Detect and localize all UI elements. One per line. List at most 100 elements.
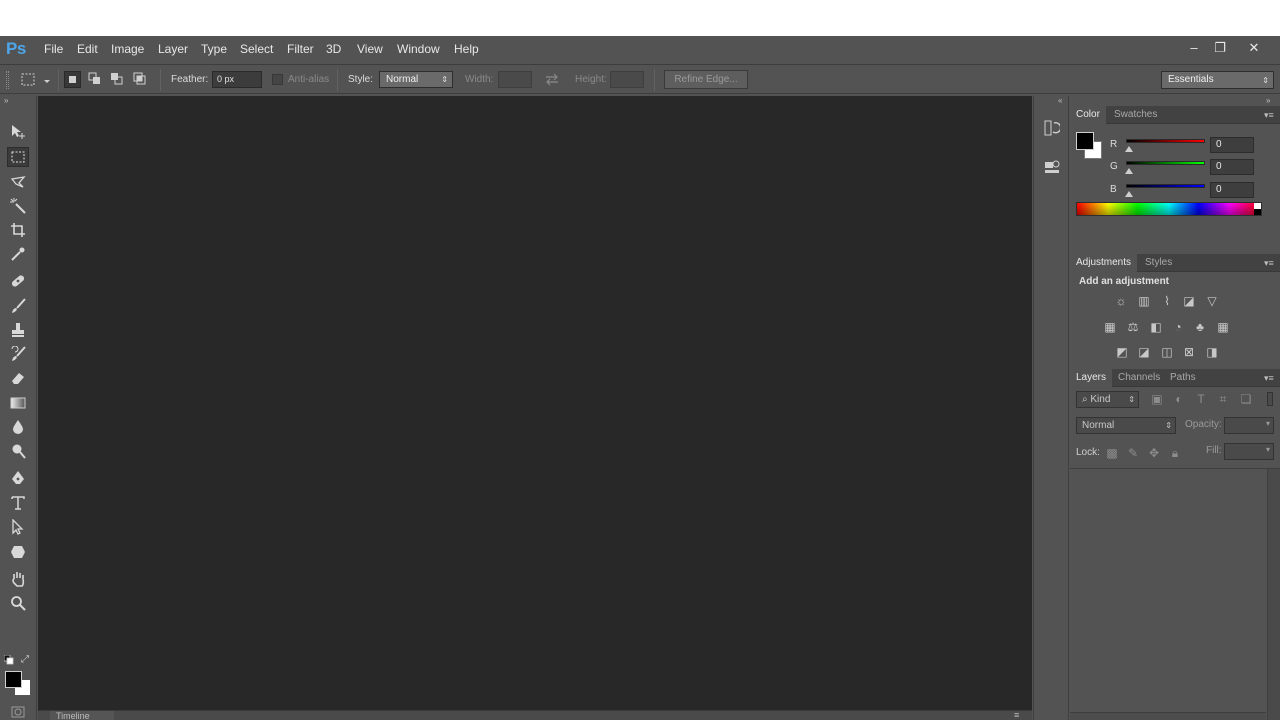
crop-tool[interactable] (7, 220, 29, 240)
blend-mode-select[interactable]: Normal ⇕ (1076, 417, 1176, 434)
vibrance-icon[interactable]: ▽ (1204, 294, 1220, 308)
tool-preset-picker[interactable] (20, 72, 52, 91)
menu-layer[interactable]: Layer (158, 42, 188, 56)
red-slider[interactable] (1126, 139, 1205, 143)
dodge-tool[interactable] (7, 441, 29, 461)
timeline-tab[interactable]: Timeline (50, 711, 114, 720)
filter-smart-object-icon[interactable]: ❏ (1238, 392, 1254, 406)
fill-input[interactable]: ▾ (1224, 443, 1274, 460)
lock-position-icon[interactable]: ✥ (1146, 446, 1162, 460)
minimize-button[interactable]: – (1183, 39, 1205, 57)
filter-adjustment-icon[interactable]: ◐ (1171, 392, 1187, 406)
menu-window[interactable]: Window (397, 42, 440, 56)
blue-slider-thumb[interactable] (1125, 191, 1133, 197)
threshold-icon[interactable]: ◫ (1159, 345, 1175, 359)
gradient-map-icon[interactable]: ◨ (1204, 345, 1220, 359)
channel-mixer-icon[interactable]: ♣ (1192, 320, 1208, 334)
black-white-icon[interactable]: ◧ (1148, 320, 1164, 334)
close-button[interactable]: ✕ (1243, 39, 1265, 57)
posterize-icon[interactable]: ◪ (1136, 345, 1152, 359)
filter-shape-icon[interactable]: ⌗ (1215, 392, 1231, 406)
color-spectrum-ramp[interactable] (1076, 202, 1262, 216)
magic-wand-tool[interactable] (7, 196, 29, 216)
eyedropper-tool[interactable] (7, 244, 29, 264)
timeline-menu-icon[interactable]: ≡ (1014, 710, 1019, 720)
foreground-color-swatch[interactable] (5, 671, 22, 688)
color-balance-icon[interactable]: ⚖ (1125, 320, 1141, 334)
intersect-selection-button[interactable] (132, 71, 149, 88)
feather-input[interactable]: 0 px (212, 71, 262, 88)
gradient-tool[interactable] (7, 393, 29, 413)
curves-icon[interactable]: ⌇ (1159, 294, 1175, 308)
lasso-tool[interactable] (7, 172, 29, 192)
history-panel-button[interactable] (1044, 120, 1062, 136)
pen-tool[interactable] (7, 468, 29, 488)
add-to-selection-button[interactable] (87, 71, 104, 88)
lock-pixels-icon[interactable]: ✎ (1125, 446, 1141, 460)
refine-edge-button[interactable]: Refine Edge... (664, 70, 748, 89)
filter-type-icon[interactable]: T (1193, 392, 1209, 406)
healing-brush-tool[interactable] (7, 271, 29, 291)
levels-icon[interactable]: ▥ (1136, 294, 1152, 308)
options-bar-grip[interactable] (6, 71, 9, 89)
red-slider-thumb[interactable] (1125, 146, 1133, 152)
history-brush-tool[interactable] (7, 344, 29, 364)
blue-slider[interactable] (1126, 184, 1205, 188)
shape-tool[interactable] (7, 542, 29, 562)
expand-dock-icon[interactable]: « (1058, 96, 1062, 105)
collapse-panels-icon[interactable]: » (1266, 96, 1270, 105)
style-select[interactable]: Normal ⇕ (379, 71, 453, 88)
menu-filter[interactable]: Filter (287, 42, 314, 56)
layers-list[interactable] (1070, 469, 1266, 720)
menu-type[interactable]: Type (201, 42, 227, 56)
properties-panel-button[interactable] (1044, 159, 1060, 175)
subtract-from-selection-button[interactable] (109, 71, 126, 88)
tab-channels[interactable]: Channels (1112, 369, 1166, 387)
swap-colors-icon[interactable]: ⤢ (21, 654, 29, 665)
red-value-input[interactable]: 0 (1210, 137, 1254, 153)
hue-saturation-icon[interactable]: ▦ (1102, 320, 1118, 334)
restore-button[interactable]: ❐ (1209, 39, 1231, 57)
tab-adjustments[interactable]: Adjustments (1070, 254, 1138, 272)
quick-mask-tool[interactable] (7, 702, 29, 720)
swap-width-height-button[interactable] (544, 72, 560, 89)
panel-foreground-color[interactable] (1076, 132, 1094, 150)
path-selection-tool[interactable] (7, 517, 29, 537)
tab-color[interactable]: Color (1070, 106, 1106, 124)
brush-tool[interactable] (7, 296, 29, 316)
tab-paths[interactable]: Paths (1164, 369, 1202, 387)
width-input[interactable] (498, 71, 532, 88)
panel-menu-icon[interactable]: ▾≡ (1264, 110, 1276, 120)
zoom-tool[interactable] (7, 593, 29, 613)
blur-tool[interactable] (7, 417, 29, 437)
workspace-select[interactable]: Essentials ⇕ (1161, 71, 1274, 89)
tab-swatches[interactable]: Swatches (1108, 106, 1163, 124)
exposure-icon[interactable]: ◪ (1181, 294, 1197, 308)
lock-all-icon[interactable]: 🔒︎ (1167, 446, 1183, 460)
panel-menu-icon[interactable]: ▾≡ (1264, 373, 1276, 383)
brightness-contrast-icon[interactable]: ☼ (1113, 294, 1129, 308)
tab-layers[interactable]: Layers (1070, 369, 1113, 387)
document-canvas[interactable] (38, 96, 1032, 714)
filter-kind-select[interactable]: ⌕ Kind ⇕ (1076, 391, 1139, 408)
green-slider-thumb[interactable] (1125, 168, 1133, 174)
green-slider[interactable] (1126, 161, 1205, 165)
default-colors-icon[interactable] (3, 654, 14, 665)
eraser-tool[interactable] (7, 368, 29, 388)
lock-transparent-icon[interactable]: ▩ (1104, 446, 1120, 460)
collapse-toolbar-icon[interactable]: » (4, 96, 8, 105)
opacity-input[interactable]: ▾ (1224, 417, 1274, 434)
height-input[interactable] (610, 71, 644, 88)
blue-value-input[interactable]: 0 (1210, 182, 1254, 198)
menu-3d[interactable]: 3D (326, 42, 341, 56)
menu-image[interactable]: Image (111, 42, 144, 56)
selective-color-icon[interactable]: ⊠ (1181, 345, 1197, 359)
clone-stamp-tool[interactable] (7, 320, 29, 340)
move-tool[interactable] (7, 122, 29, 142)
invert-icon[interactable]: ◩ (1114, 345, 1130, 359)
type-tool[interactable] (7, 493, 29, 513)
menu-view[interactable]: View (357, 42, 383, 56)
layers-scrollbar[interactable] (1267, 469, 1280, 720)
menu-select[interactable]: Select (240, 42, 273, 56)
anti-alias-checkbox[interactable] (272, 74, 283, 85)
